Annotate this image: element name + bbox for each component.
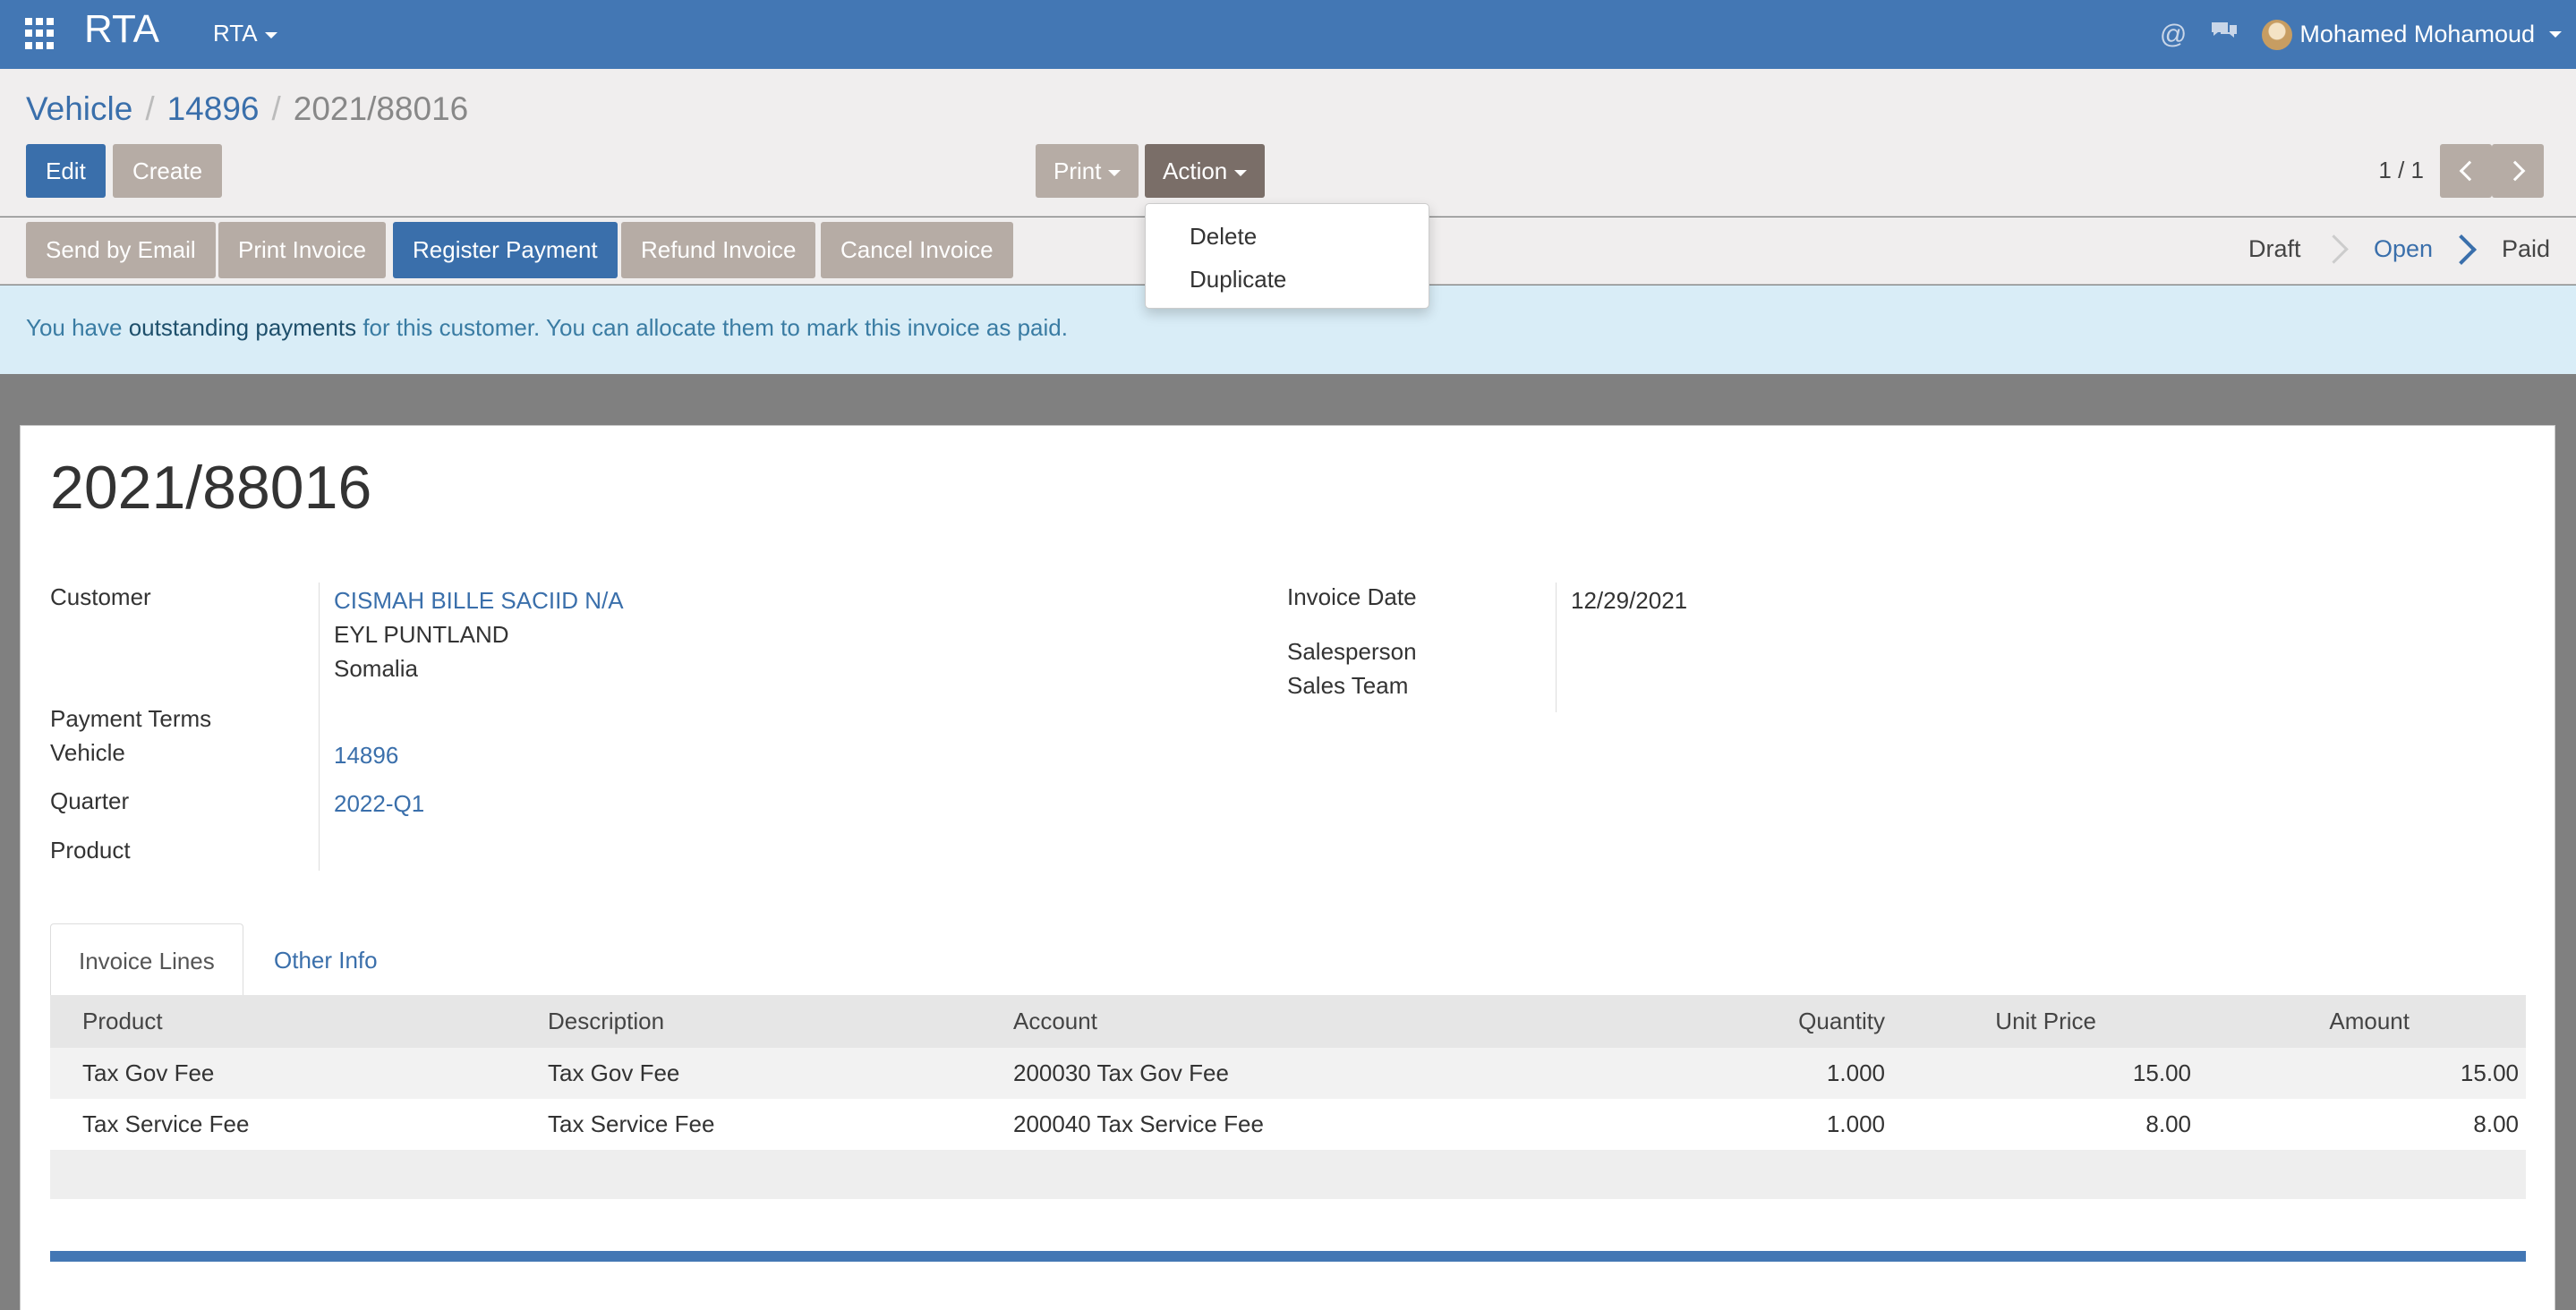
quarter-label: Quarter	[50, 787, 130, 814]
navbar-right: @ Mohamed Mohamoud	[2160, 0, 2562, 69]
register-payment-button[interactable]: Register Payment	[393, 222, 618, 278]
caret-down-icon	[264, 31, 277, 38]
refund-invoice-button[interactable]: Refund Invoice	[621, 222, 816, 278]
caret-down-icon	[1234, 169, 1248, 176]
print-label: Print	[1053, 157, 1102, 184]
edit-button[interactable]: Edit	[26, 144, 106, 198]
vehicle-link[interactable]: 14896	[334, 742, 398, 770]
salesperson-label: Salesperson	[1287, 638, 1417, 665]
customer-country: Somalia	[334, 655, 418, 682]
at-icon[interactable]: @	[2160, 20, 2187, 50]
cell-description: Tax Gov Fee	[516, 1048, 981, 1099]
breadcrumb-separator: /	[145, 90, 155, 127]
avatar	[2262, 19, 2293, 50]
table-header-row: Product Description Account Quantity Uni…	[50, 995, 2526, 1048]
invoice-lines-table: Product Description Account Quantity Uni…	[50, 995, 2526, 1199]
breadcrumb-current: 2021/88016	[293, 90, 469, 127]
invoice-date-label: Invoice Date	[1287, 583, 1417, 610]
table-row[interactable]: Tax Gov Fee Tax Gov Fee 200030 Tax Gov F…	[50, 1048, 2526, 1099]
invoice-number-title: 2021/88016	[50, 454, 372, 522]
cell-amount: 8.00	[2473, 1110, 2519, 1137]
breadcrumb-vehicle[interactable]: Vehicle	[26, 90, 132, 127]
customer-address-line: EYL PUNTLAND	[334, 621, 509, 648]
user-menu[interactable]: Mohamed Mohamoud	[2262, 19, 2562, 50]
column-header-quantity[interactable]: Quantity	[1590, 995, 1917, 1048]
alert-suffix: for this customer. You can allocate them…	[356, 314, 1068, 341]
breadcrumb-separator: /	[271, 90, 281, 127]
invoice-form-sheet: 2021/88016 Customer CISMAH BILLE SACIID …	[20, 425, 2555, 1310]
customer-label: Customer	[50, 583, 151, 610]
print-dropdown-button[interactable]: Print	[1036, 144, 1139, 198]
sales-team-label: Sales Team	[1287, 672, 1409, 699]
payment-terms-label: Payment Terms	[50, 705, 212, 732]
pager-next-button[interactable]	[2492, 144, 2544, 198]
stage-draft[interactable]: Draft	[2248, 235, 2301, 263]
empty-table-row	[50, 1150, 2526, 1199]
apps-grid-icon[interactable]	[25, 18, 57, 50]
cell-account: 200040 Tax Service Fee	[1013, 1110, 1264, 1137]
cell-product: Tax Service Fee	[82, 1110, 250, 1137]
caret-down-icon	[2549, 31, 2562, 38]
cell-unit-price: 8.00	[2145, 1110, 2191, 1137]
column-header-account[interactable]: Account	[981, 995, 1590, 1048]
pager-value: 1 / 1	[2378, 157, 2424, 183]
alert-prefix: You have	[26, 314, 129, 341]
column-header-product[interactable]: Product	[50, 995, 516, 1048]
tab-other-info[interactable]: Other Info	[246, 923, 405, 997]
stage-paid[interactable]: Paid	[2502, 235, 2550, 263]
cell-product: Tax Gov Fee	[50, 1048, 516, 1099]
totals-divider	[50, 1251, 2526, 1262]
action-dropdown-menu: Delete Duplicate	[1145, 203, 1429, 309]
invoice-date-value: 12/29/2021	[1571, 587, 1688, 614]
quarter-link[interactable]: 2022-Q1	[334, 790, 424, 818]
action-label: Action	[1163, 157, 1228, 184]
breadcrumb-vehicle-record[interactable]: 14896	[167, 90, 260, 127]
send-by-email-button[interactable]: Send by Email	[26, 222, 216, 278]
column-header-amount[interactable]: Amount	[2223, 995, 2526, 1048]
rta-menu[interactable]: RTA	[213, 20, 277, 47]
top-navbar: RTA RTA @ Mohamed Mohamoud	[0, 0, 2576, 69]
outstanding-payments-link[interactable]: outstanding payments	[129, 314, 356, 341]
cell-description: Tax Service Fee	[548, 1110, 715, 1137]
caret-down-icon	[1108, 169, 1122, 176]
chevron-right-icon	[2451, 234, 2469, 264]
breadcrumb: Vehicle / 14896 / 2021/88016	[26, 90, 468, 128]
pager-previous-button[interactable]	[2440, 144, 2492, 198]
product-label: Product	[50, 837, 131, 863]
chevron-right-icon	[2324, 234, 2341, 264]
rta-menu-label: RTA	[213, 20, 258, 47]
tab-invoice-lines[interactable]: Invoice Lines	[50, 923, 243, 998]
cancel-invoice-button[interactable]: Cancel Invoice	[821, 222, 1013, 278]
cell-account: 200030 Tax Gov Fee	[981, 1048, 1590, 1099]
print-invoice-button[interactable]: Print Invoice	[218, 222, 387, 278]
customer-name-link[interactable]: CISMAH BILLE SACIID N/A	[334, 587, 624, 615]
cell-quantity: 1.000	[1590, 1048, 1917, 1099]
cell-quantity: 1.000	[1826, 1110, 1885, 1137]
duplicate-menu-item[interactable]: Duplicate	[1146, 258, 1429, 301]
control-panel: Vehicle / 14896 / 2021/88016 Edit Create Pri…	[0, 69, 2576, 217]
stage-open[interactable]: Open	[2374, 235, 2433, 263]
table-row[interactable]: Tax Service Fee Tax Service Fee 200040 T…	[50, 1099, 2526, 1150]
vehicle-label: Vehicle	[50, 739, 125, 766]
cell-unit-price: 15.00	[1917, 1048, 2223, 1099]
app-brand: RTA	[84, 7, 159, 51]
field-divider	[319, 583, 320, 871]
chat-icon[interactable]	[2210, 19, 2239, 51]
column-header-description[interactable]: Description	[516, 995, 981, 1048]
user-name: Mohamed Mohamoud	[2299, 21, 2535, 47]
delete-menu-item[interactable]: Delete	[1146, 215, 1429, 258]
field-divider	[1556, 583, 1557, 712]
form-tabs: Invoice Lines Other Info	[50, 923, 2526, 998]
action-dropdown-button[interactable]: Action	[1145, 144, 1266, 198]
create-button[interactable]: Create	[113, 144, 223, 198]
column-header-unit-price[interactable]: Unit Price	[1917, 995, 2223, 1048]
cell-amount: 15.00	[2223, 1048, 2526, 1099]
